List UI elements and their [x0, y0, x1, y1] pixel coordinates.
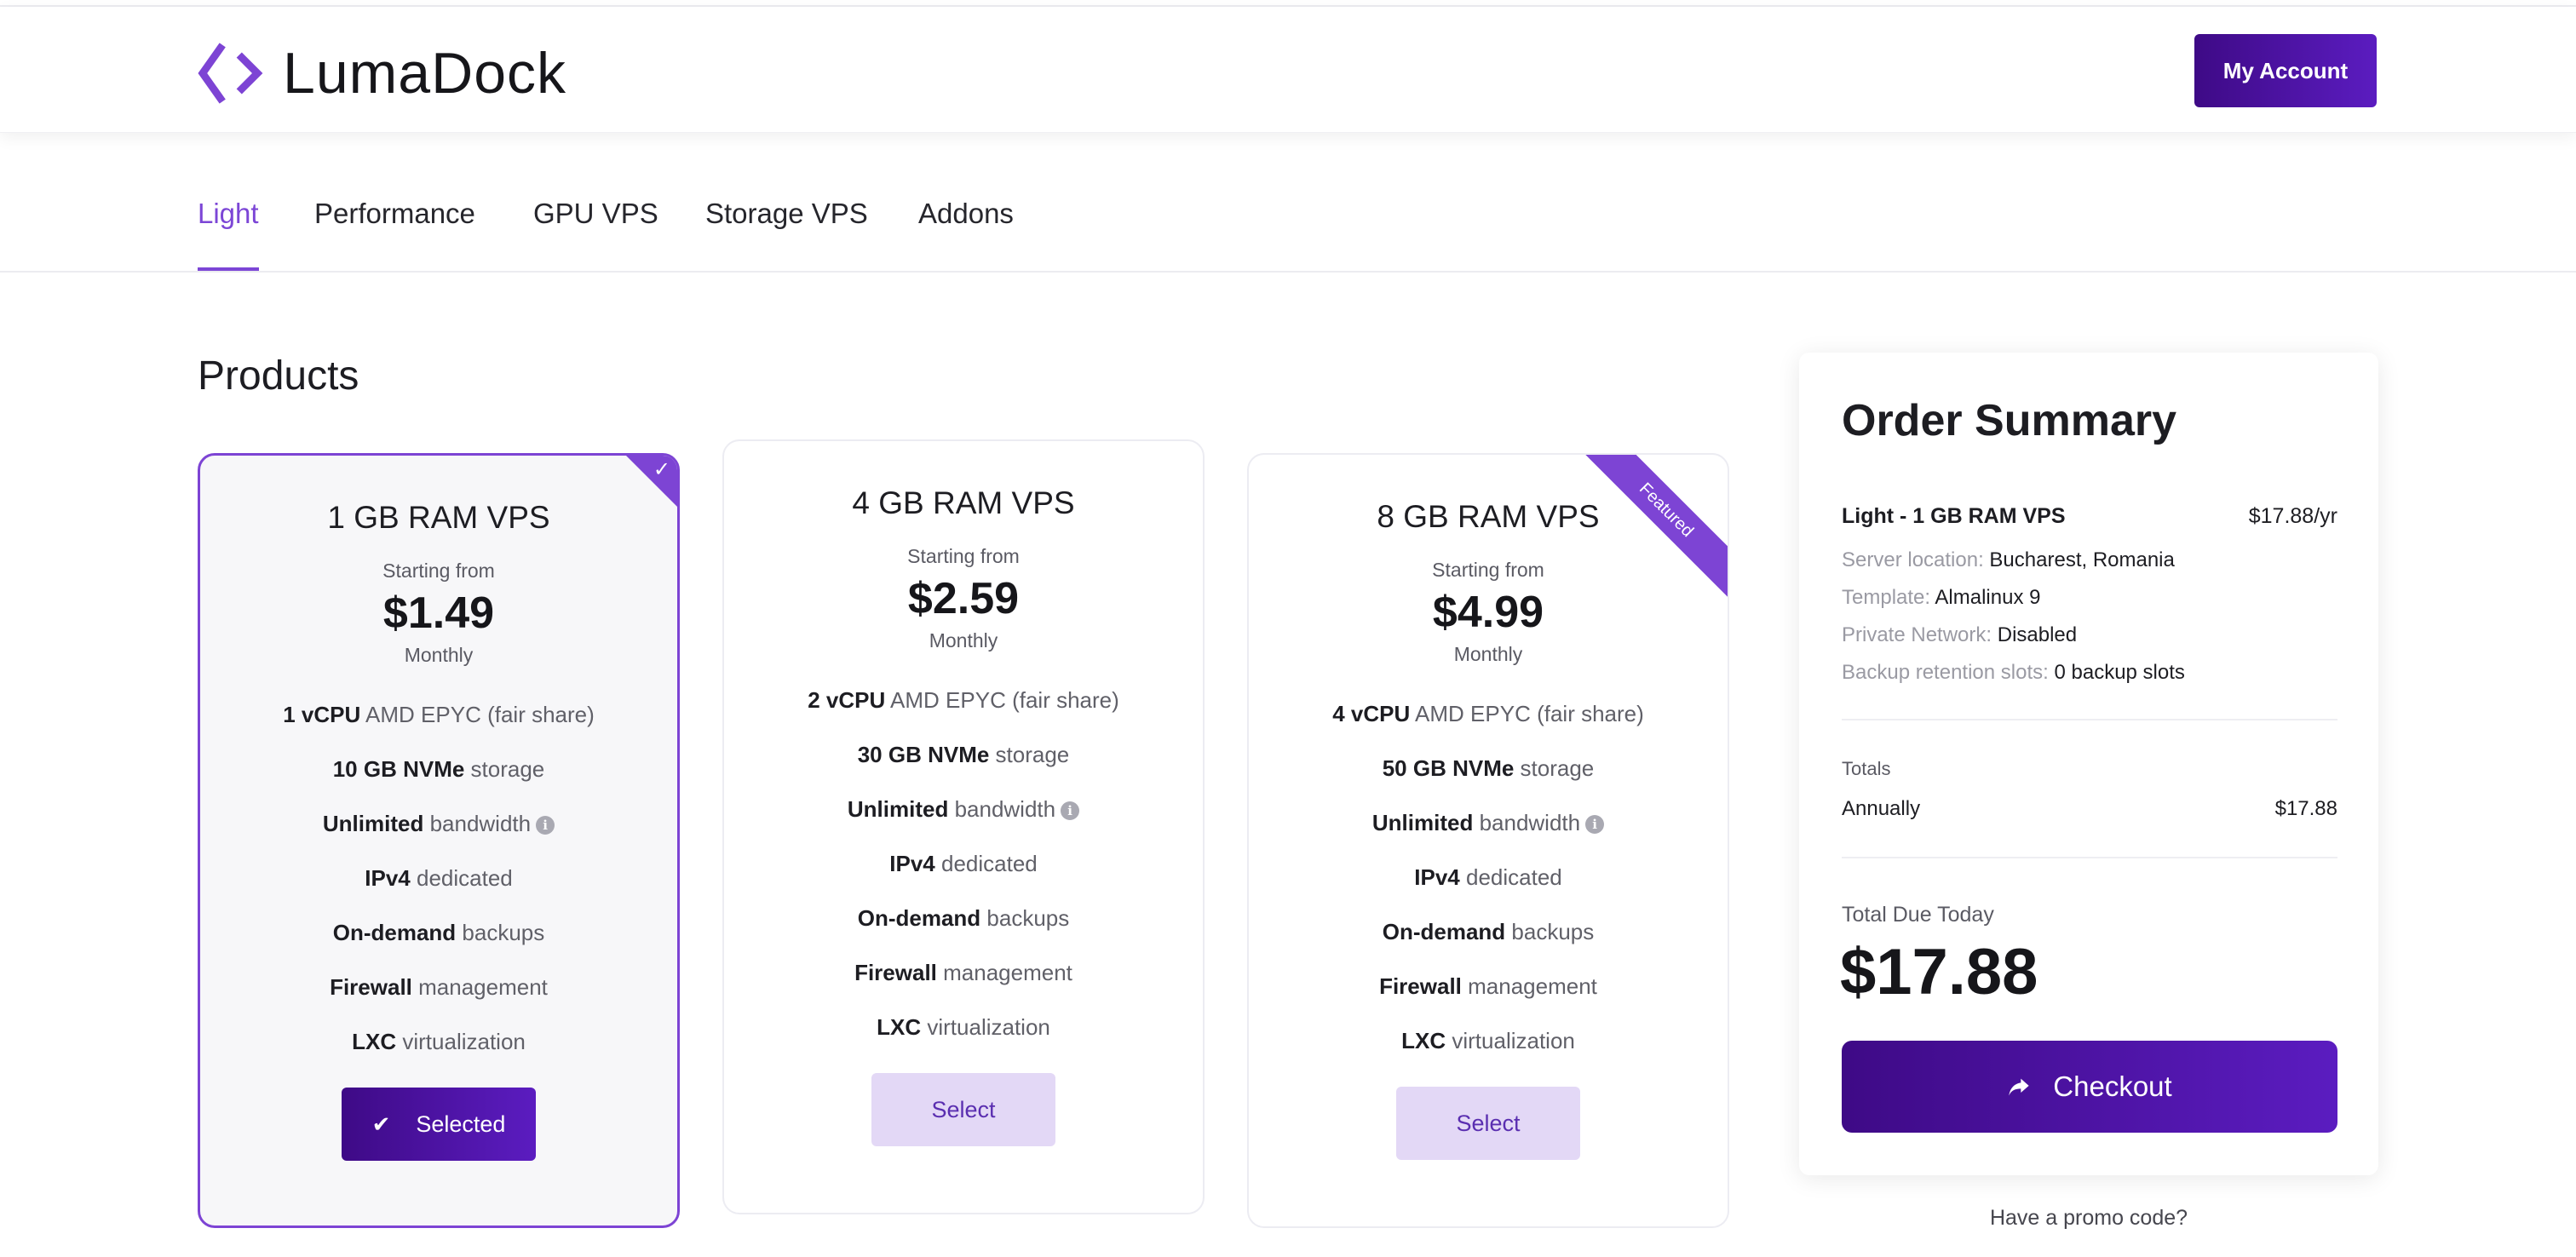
feature-vcpu: 2 vCPU AMD EPYC (fair share): [808, 687, 1119, 713]
annually-label: Annually: [1842, 797, 1921, 820]
select-button[interactable]: Select: [1396, 1087, 1580, 1160]
feature-ipv4: IPv4 dedicated: [1414, 864, 1562, 890]
product-card-4gb[interactable]: 4 GB RAM VPS Starting from $2.59 Monthly…: [722, 439, 1205, 1214]
selected-button[interactable]: ✔ Selected: [342, 1088, 536, 1161]
feature-bandwidth: Unlimited bandwidth i: [200, 796, 677, 851]
summary-template: Template: Almalinux 9: [1842, 586, 2041, 609]
feature-ipv4: IPv4 dedicated: [889, 851, 1038, 876]
check-icon: ✔: [371, 1111, 391, 1137]
product-price: $1.49: [382, 588, 495, 638]
product-price: $4.99: [1432, 588, 1544, 637]
select-button[interactable]: Select: [871, 1073, 1055, 1146]
feature-list: 1 vCPU AMD EPYC (fair share) 10 GB NVMe …: [200, 687, 677, 1069]
feature-firewall: Firewall management: [330, 974, 548, 1000]
product-card-1gb[interactable]: ✓ 1 GB RAM VPS Starting from $1.49 Month…: [198, 453, 680, 1228]
top-border: [0, 0, 2576, 7]
divider: [1842, 857, 2337, 858]
info-icon[interactable]: i: [1061, 801, 1080, 821]
annually-value: $17.88: [2274, 797, 2337, 820]
tab-gpu-vps[interactable]: GPU VPS: [533, 198, 658, 271]
starting-from-label: Starting from: [382, 560, 495, 582]
total-due-label: Total Due Today: [1842, 903, 1994, 927]
feature-firewall: Firewall management: [854, 960, 1072, 985]
order-summary-panel: Order Summary Light - 1 GB RAM VPS $17.8…: [1799, 353, 2378, 1175]
starting-from-label: Starting from: [1432, 559, 1544, 581]
brand-name: LumaDock: [283, 41, 567, 106]
site-header: LumaDock My Account: [0, 7, 2576, 133]
tab-addons[interactable]: Addons: [918, 198, 1014, 271]
feature-virtualization: LXC virtualization: [352, 1029, 526, 1054]
feature-storage: 10 GB NVMe storage: [332, 756, 545, 782]
feature-virtualization: LXC virtualization: [877, 1014, 1050, 1040]
feature-backups: On-demand backups: [857, 905, 1070, 931]
logo-brackets-icon: [198, 43, 263, 104]
feature-backups: On-demand backups: [332, 920, 545, 945]
product-price: $2.59: [907, 574, 1020, 623]
product-category-tabs: Light Performance GPU VPS Storage VPS Ad…: [0, 133, 2576, 273]
check-icon: ✓: [653, 458, 670, 481]
my-account-button[interactable]: My Account: [2194, 34, 2377, 107]
info-icon[interactable]: i: [536, 816, 555, 835]
feature-vcpu: 1 vCPU AMD EPYC (fair share): [283, 702, 595, 727]
divider: [1842, 719, 2337, 720]
summary-backup-slots: Backup retention slots: 0 backup slots: [1842, 661, 2185, 684]
checkout-button[interactable]: Checkout: [1842, 1041, 2337, 1133]
summary-private-network: Private Network: Disabled: [1842, 623, 2078, 646]
summary-product-name: Light - 1 GB RAM VPS: [1842, 504, 2066, 528]
feature-list: 4 vCPU AMD EPYC (fair share) 50 GB NVMe …: [1249, 686, 1728, 1068]
product-card-8gb[interactable]: Featured 8 GB RAM VPS Starting from $4.9…: [1247, 453, 1729, 1228]
billing-cycle: Monthly: [1453, 643, 1523, 665]
feature-virtualization: LXC virtualization: [1401, 1028, 1575, 1053]
products-heading: Products: [198, 353, 359, 399]
product-name: 4 GB RAM VPS: [852, 485, 1075, 520]
product-name: 1 GB RAM VPS: [327, 500, 550, 535]
billing-cycle: Monthly: [929, 629, 998, 651]
promo-code-link[interactable]: Have a promo code?: [1799, 1206, 2378, 1231]
feature-bandwidth: Unlimited bandwidth i: [1249, 795, 1728, 850]
feature-ipv4: IPv4 dedicated: [365, 865, 513, 891]
feature-list: 2 vCPU AMD EPYC (fair share) 30 GB NVMe …: [724, 673, 1203, 1054]
tab-performance[interactable]: Performance: [314, 198, 475, 271]
starting-from-label: Starting from: [907, 545, 1020, 567]
brand-logo[interactable]: LumaDock: [198, 39, 566, 107]
billing-cycle: Monthly: [404, 644, 474, 666]
feature-firewall: Firewall management: [1379, 973, 1597, 999]
feature-storage: 50 GB NVMe storage: [1382, 755, 1595, 781]
tab-storage-vps[interactable]: Storage VPS: [705, 198, 868, 271]
feature-backups: On-demand backups: [1382, 919, 1595, 944]
feature-vcpu: 4 vCPU AMD EPYC (fair share): [1332, 701, 1644, 726]
summary-server-location: Server location: Bucharest, Romania: [1842, 548, 2175, 571]
tab-light[interactable]: Light: [198, 198, 259, 271]
totals-label: Totals: [1842, 758, 1891, 779]
order-summary-title: Order Summary: [1842, 396, 2177, 445]
summary-product-price: $17.88/yr: [2248, 504, 2337, 528]
feature-bandwidth: Unlimited bandwidth i: [724, 782, 1203, 836]
share-arrow-icon: [2009, 1078, 2029, 1096]
total-due-value: $17.88: [1840, 936, 2038, 1008]
info-icon[interactable]: i: [1585, 815, 1605, 835]
feature-storage: 30 GB NVMe storage: [857, 742, 1070, 767]
